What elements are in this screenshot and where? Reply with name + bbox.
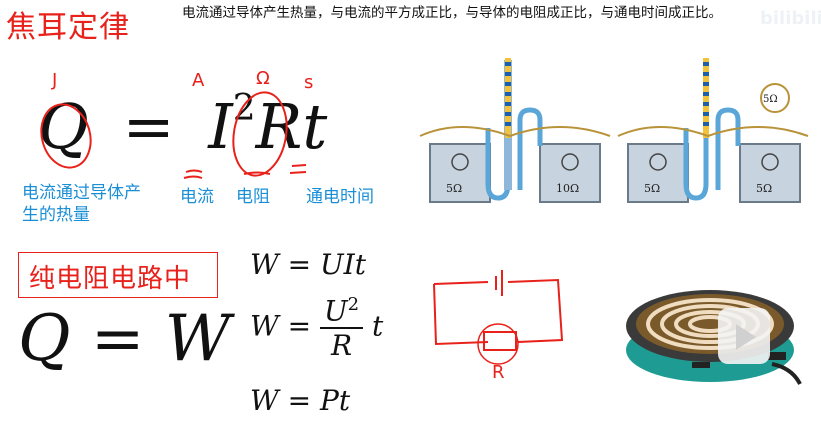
label-current: 电流 (180, 187, 214, 207)
power-cord (771, 362, 802, 385)
pure-resistive-label: 纯电阻电路中 (29, 264, 192, 294)
fraction-u2-over-r: U2 R (320, 294, 364, 363)
circuit-sketch: R (433, 270, 564, 382)
label-heat: 电流通过导体产生的热量 (22, 183, 141, 225)
sketch-resistor-label: R (492, 362, 505, 382)
underline-i (185, 169, 203, 173)
formula-w-tail: t (372, 309, 384, 343)
fraction-denominator: R (331, 329, 353, 363)
q-equals-w-formula: Q = W (18, 302, 231, 376)
label-resistance: 电阻 (236, 187, 270, 207)
resistor-label-left-b: 10Ω (556, 182, 579, 195)
u-tube-left-3 (517, 107, 543, 190)
formula-w-pt: W = Pt (250, 384, 351, 417)
wire-left (419, 126, 611, 138)
pure-resistive-box: 纯电阻电路中 (18, 252, 218, 298)
resistor-label-right-b: 5Ω (756, 182, 772, 195)
resistor-label-parallel: 5Ω (763, 94, 778, 105)
electric-stove-image (626, 290, 802, 385)
wire-right (617, 126, 809, 138)
underline-r (243, 171, 271, 175)
apparatus-illustration: 5Ω 10Ω 5Ω 5Ω 5Ω (419, 58, 809, 203)
fraction-exponent: 2 (347, 294, 360, 315)
underline-i-2 (183, 175, 203, 179)
sketch-resistor (483, 331, 517, 351)
resistor-label-left-a: 5Ω (446, 182, 462, 195)
label-time: 通电时间 (306, 187, 374, 207)
formula-w-lhs: W = (250, 309, 312, 343)
circle-r-mark (232, 91, 288, 177)
underline-t (289, 164, 307, 174)
formula-w-uit: W = UIt (250, 248, 366, 281)
u-tube-right-3 (715, 107, 741, 190)
fraction-numerator: U (324, 294, 348, 328)
circle-q-mark (40, 103, 92, 169)
formula-w-u2r: W = U2 R t (250, 294, 383, 362)
resistor-label-right-a: 5Ω (644, 182, 660, 195)
